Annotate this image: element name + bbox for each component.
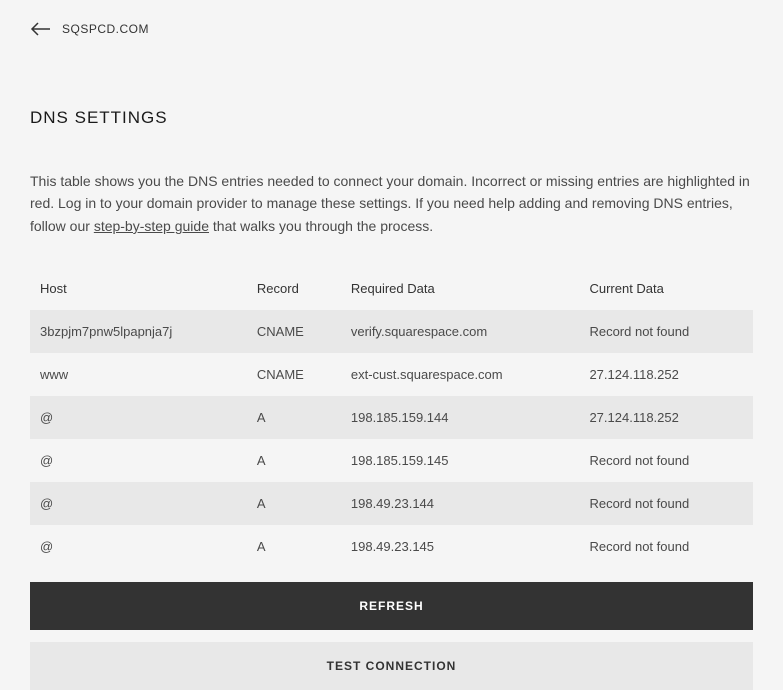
cell-record: A [247, 482, 341, 525]
table-row: wwwCNAMEext-cust.squarespace.com27.124.1… [30, 353, 753, 396]
header-current: Current Data [579, 267, 753, 310]
cell-current: 27.124.118.252 [579, 396, 753, 439]
cell-host: 3bzpjm7pnw5lpapnja7j [30, 310, 247, 353]
table-row: @A198.49.23.145Record not found [30, 525, 753, 568]
back-arrow-icon[interactable] [30, 22, 50, 36]
guide-link[interactable]: step-by-step guide [94, 218, 209, 234]
table-row: @A198.49.23.144Record not found [30, 482, 753, 525]
cell-current: Record not found [579, 439, 753, 482]
cell-record: A [247, 396, 341, 439]
cell-host: @ [30, 439, 247, 482]
dns-table: Host Record Required Data Current Data 3… [30, 267, 753, 568]
cell-host: www [30, 353, 247, 396]
table-row: 3bzpjm7pnw5lpapnja7jCNAMEverify.squaresp… [30, 310, 753, 353]
cell-required: 198.185.159.145 [341, 439, 580, 482]
table-row: @A198.185.159.14427.124.118.252 [30, 396, 753, 439]
cell-required: verify.squarespace.com [341, 310, 580, 353]
cell-record: CNAME [247, 353, 341, 396]
description-after: that walks you through the process. [209, 218, 433, 234]
cell-required: 198.49.23.145 [341, 525, 580, 568]
cell-record: CNAME [247, 310, 341, 353]
header-required: Required Data [341, 267, 580, 310]
cell-host: @ [30, 482, 247, 525]
cell-current: Record not found [579, 310, 753, 353]
cell-host: @ [30, 525, 247, 568]
breadcrumb-domain[interactable]: SQSPCD.COM [62, 22, 149, 36]
page-title: DNS SETTINGS [30, 108, 753, 128]
cell-record: A [247, 439, 341, 482]
table-row: @A198.185.159.145Record not found [30, 439, 753, 482]
header-host: Host [30, 267, 247, 310]
description-text: This table shows you the DNS entries nee… [30, 170, 753, 237]
cell-required: 198.49.23.144 [341, 482, 580, 525]
cell-required: ext-cust.squarespace.com [341, 353, 580, 396]
cell-record: A [247, 525, 341, 568]
cell-current: Record not found [579, 482, 753, 525]
cell-current: 27.124.118.252 [579, 353, 753, 396]
header-record: Record [247, 267, 341, 310]
cell-required: 198.185.159.144 [341, 396, 580, 439]
cell-current: Record not found [579, 525, 753, 568]
refresh-button[interactable]: REFRESH [30, 582, 753, 630]
cell-host: @ [30, 396, 247, 439]
